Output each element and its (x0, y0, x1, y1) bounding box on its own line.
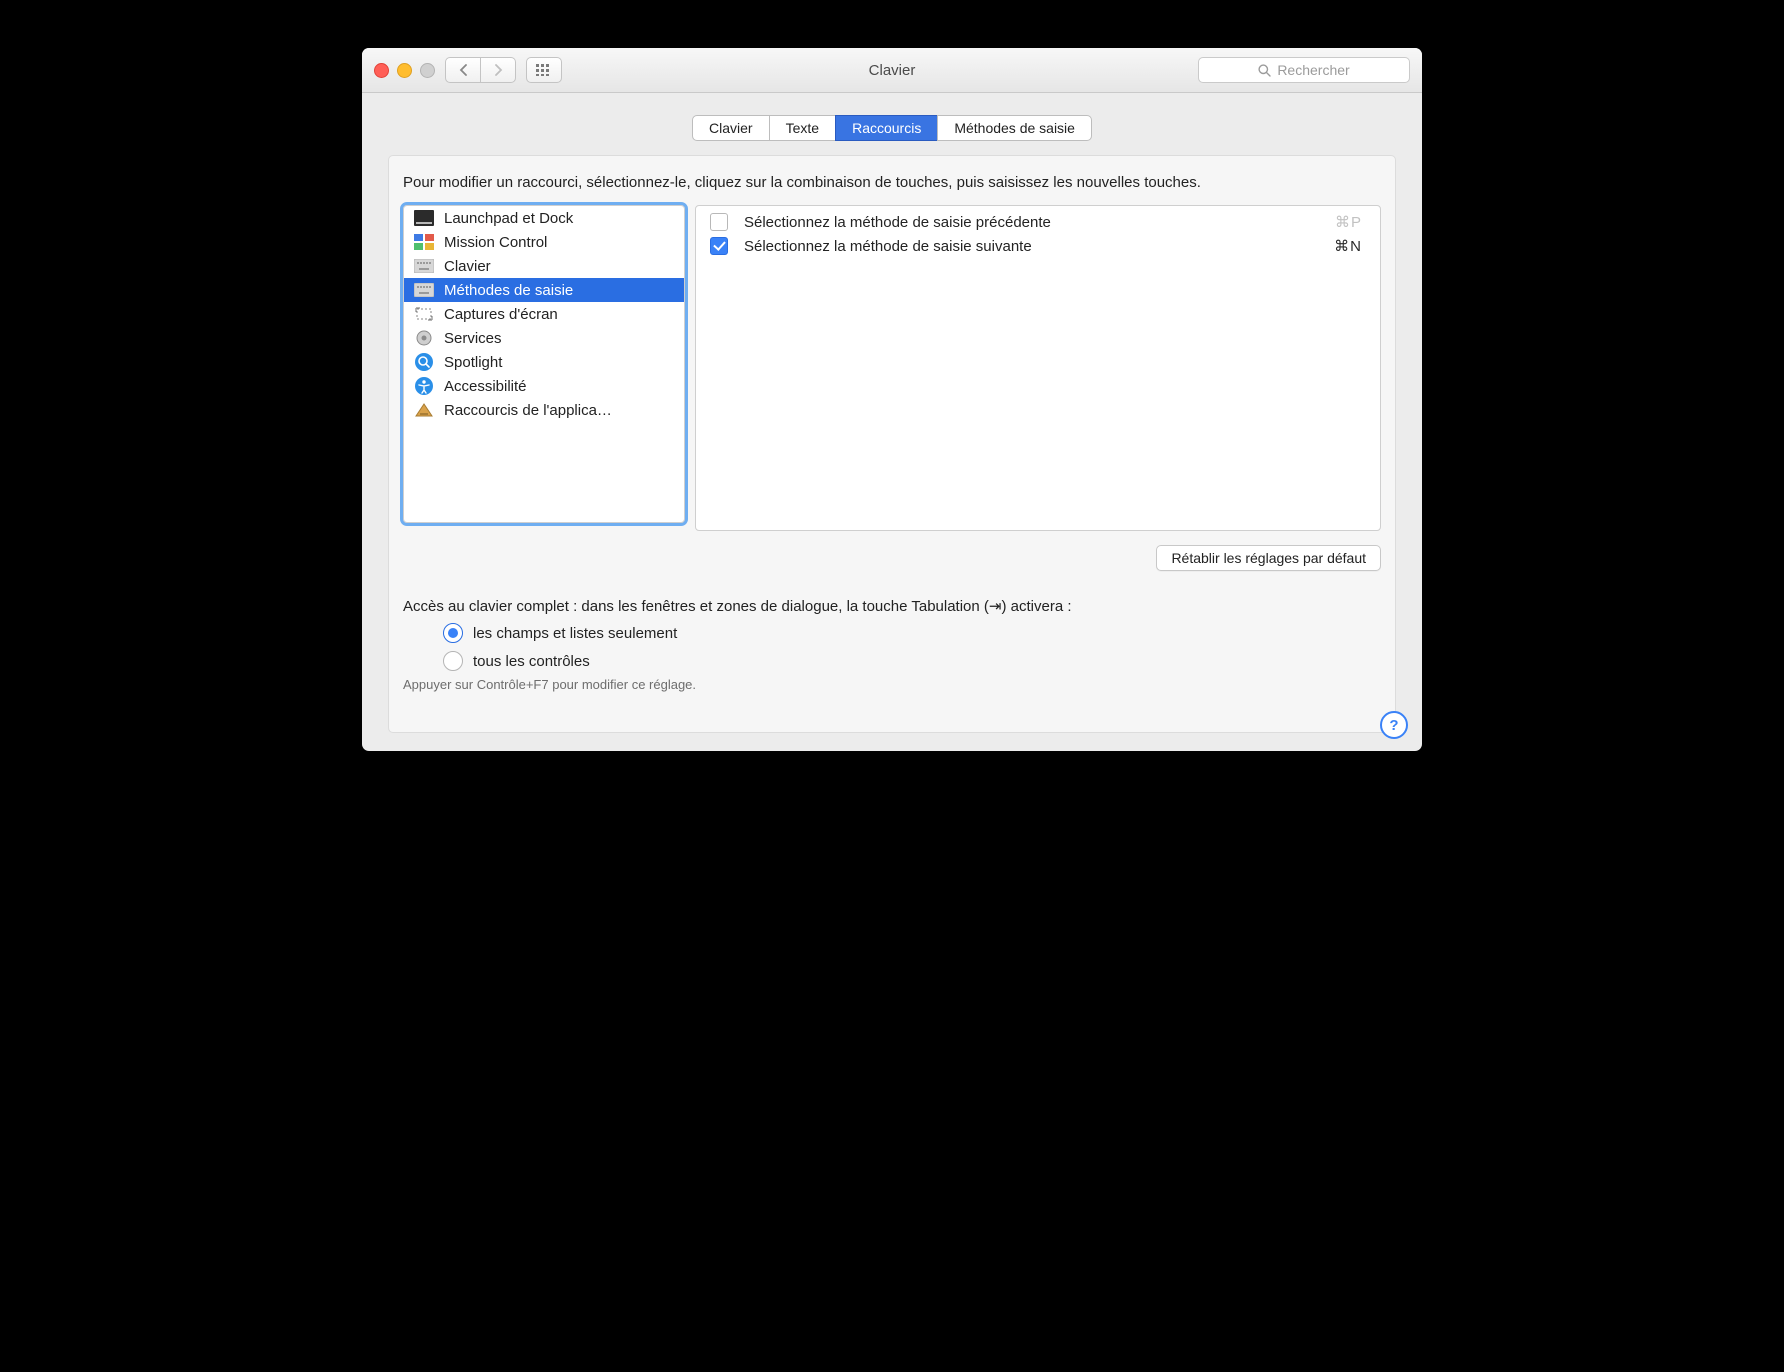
category-label: Mission Control (444, 234, 547, 251)
category-captures[interactable]: Captures d'écran (404, 302, 684, 326)
shortcut-row[interactable]: Sélectionnez la méthode de saisie suivan… (696, 234, 1380, 258)
minimize-button[interactable] (397, 63, 412, 78)
window-body: Clavier Texte Raccourcis Méthodes de sai… (362, 93, 1422, 751)
tab-clavier[interactable]: Clavier (692, 115, 770, 141)
back-button[interactable] (445, 57, 481, 83)
shortcut-list[interactable]: Sélectionnez la méthode de saisie précéd… (695, 205, 1381, 531)
spotlight-icon (414, 353, 434, 371)
category-label: Clavier (444, 258, 491, 275)
radio-button[interactable] (443, 651, 463, 671)
tab-texte[interactable]: Texte (769, 115, 836, 141)
tab-raccourcis[interactable]: Raccourcis (835, 115, 938, 141)
category-clavier[interactable]: Clavier (404, 254, 684, 278)
category-services[interactable]: Services (404, 326, 684, 350)
search-field[interactable]: Rechercher (1198, 57, 1410, 83)
traffic-lights (374, 63, 435, 78)
radio-label: les champs et listes seulement (473, 625, 677, 642)
tab-label: Méthodes de saisie (954, 120, 1075, 136)
shortcut-label: Sélectionnez la méthode de saisie suivan… (744, 238, 1032, 255)
category-label: Captures d'écran (444, 306, 558, 323)
search-icon (1258, 64, 1271, 77)
keyboard-icon (414, 257, 434, 275)
category-methodes-de-saisie[interactable]: Méthodes de saisie (404, 278, 684, 302)
shortcuts-panel: Pour modifier un raccourci, sélectionnez… (388, 155, 1396, 733)
category-label: Spotlight (444, 354, 502, 371)
category-label: Méthodes de saisie (444, 282, 573, 299)
category-mission-control[interactable]: Mission Control (404, 230, 684, 254)
shortcut-key[interactable]: ⌘P (1335, 213, 1362, 231)
shortcut-checkbox[interactable] (710, 237, 728, 255)
chevron-right-icon (494, 64, 503, 76)
button-label: Rétablir les réglages par défaut (1171, 550, 1366, 566)
full-keyboard-access-label: Accès au clavier complet : dans les fenê… (403, 597, 1381, 615)
help-button[interactable]: ? (1380, 711, 1408, 739)
instructions-text: Pour modifier un raccourci, sélectionnez… (403, 172, 1381, 193)
nav-buttons (445, 57, 516, 83)
lists-container: Launchpad et Dock Mission Control Clavie… (403, 205, 1381, 531)
category-launchpad[interactable]: Launchpad et Dock (404, 206, 684, 230)
tab-label: Clavier (709, 120, 753, 136)
fka-radio-group: les champs et listes seulement tous les … (443, 623, 1381, 671)
shortcut-checkbox[interactable] (710, 213, 728, 231)
restore-defaults-button[interactable]: Rétablir les réglages par défaut (1156, 545, 1381, 571)
zoom-button (420, 63, 435, 78)
help-label: ? (1389, 717, 1398, 734)
radio-label: tous les contrôles (473, 653, 590, 670)
fka-hint: Appuyer sur Contrôle+F7 pour modifier ce… (403, 677, 1381, 692)
tab-label: Texte (786, 120, 819, 136)
tab-bar: Clavier Texte Raccourcis Méthodes de sai… (388, 115, 1396, 141)
category-label: Accessibilité (444, 378, 527, 395)
screenshot-icon (414, 305, 434, 323)
launchpad-icon (414, 209, 434, 227)
accessibility-icon (414, 377, 434, 395)
category-label: Services (444, 330, 502, 347)
shortcut-label: Sélectionnez la méthode de saisie précéd… (744, 214, 1051, 231)
shortcut-key[interactable]: ⌘N (1334, 237, 1362, 255)
tab-methodes[interactable]: Méthodes de saisie (937, 115, 1092, 141)
category-app-shortcuts[interactable]: Raccourcis de l'applica… (404, 398, 684, 422)
show-all-button[interactable] (526, 57, 562, 83)
close-button[interactable] (374, 63, 389, 78)
radio-button[interactable] (443, 623, 463, 643)
category-spotlight[interactable]: Spotlight (404, 350, 684, 374)
shortcut-row[interactable]: Sélectionnez la méthode de saisie précéd… (696, 210, 1380, 234)
forward-button[interactable] (481, 57, 516, 83)
category-accessibilite[interactable]: Accessibilité (404, 374, 684, 398)
gear-icon (414, 329, 434, 347)
keyboard-icon (414, 281, 434, 299)
category-label: Raccourcis de l'applica… (444, 402, 612, 419)
app-shortcuts-icon (414, 401, 434, 419)
mission-control-icon (414, 233, 434, 251)
fka-option-text-only[interactable]: les champs et listes seulement (443, 623, 1381, 643)
category-list[interactable]: Launchpad et Dock Mission Control Clavie… (403, 205, 685, 523)
tab-label: Raccourcis (852, 120, 921, 136)
fka-option-all-controls[interactable]: tous les contrôles (443, 651, 1381, 671)
category-label: Launchpad et Dock (444, 210, 573, 227)
titlebar: Clavier Rechercher (362, 48, 1422, 93)
preferences-window: Clavier Rechercher Clavier Texte Raccour… (362, 48, 1422, 751)
restore-row: Rétablir les réglages par défaut (403, 545, 1381, 571)
chevron-left-icon (459, 64, 468, 76)
search-placeholder: Rechercher (1277, 62, 1349, 78)
grid-icon (536, 64, 552, 76)
